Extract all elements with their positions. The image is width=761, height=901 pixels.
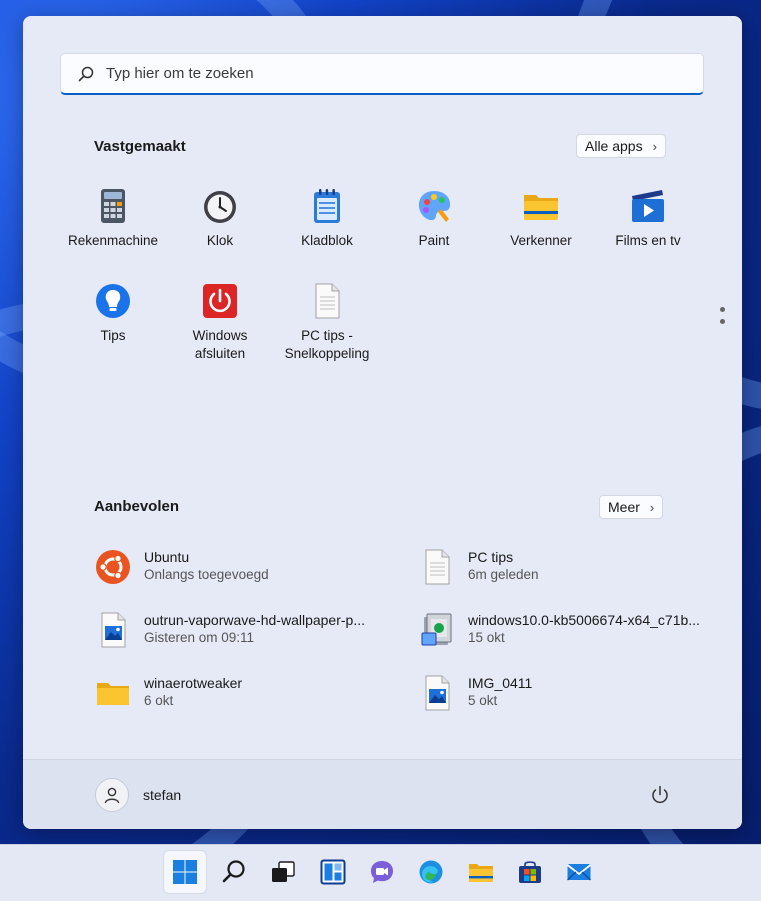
search-icon bbox=[78, 66, 94, 81]
recommended-item-subtitle: 5 okt bbox=[468, 693, 498, 708]
pinned-app-label: Rekenmachine bbox=[67, 233, 159, 248]
recommended-item-title: PC tips bbox=[468, 549, 514, 565]
widgets-icon bbox=[320, 859, 346, 885]
file-explorer-icon bbox=[469, 864, 493, 882]
folder-icon bbox=[97, 683, 129, 705]
pinned-app-rekenmachine[interactable]: Rekenmachine bbox=[60, 184, 166, 272]
start-menu-footer: stefan bbox=[23, 759, 742, 829]
taskbar-file-explorer-button[interactable] bbox=[460, 851, 502, 893]
recommended-item-title: IMG_0411 bbox=[468, 675, 533, 691]
file-explorer-icon bbox=[524, 195, 558, 220]
clock-icon bbox=[204, 191, 236, 223]
more-button[interactable]: Meer › bbox=[599, 495, 664, 519]
search-input[interactable] bbox=[104, 64, 703, 83]
recommended-item-subtitle: 15 okt bbox=[468, 630, 505, 645]
page-dots-indicator[interactable] bbox=[720, 307, 726, 331]
recommended-item-pc-tips[interactable]: PC tips 6m geleden bbox=[418, 548, 539, 586]
store-icon bbox=[519, 861, 541, 883]
paint-icon bbox=[418, 191, 451, 222]
user-name: stefan bbox=[143, 787, 182, 803]
all-apps-button[interactable]: Alle apps › bbox=[576, 134, 666, 158]
user-account-button[interactable]: stefan bbox=[95, 778, 181, 812]
avatar bbox=[95, 778, 129, 812]
recommended-item-subtitle: 6 okt bbox=[144, 693, 174, 708]
pinned-app-films-en-tv[interactable]: Films en tv bbox=[595, 184, 701, 272]
recommended-item-outrun-wallpaper[interactable]: outrun-vaporwave-hd-wallpaper-p... Giste… bbox=[94, 611, 365, 649]
image-file-icon bbox=[101, 612, 126, 648]
pinned-app-label: Klok bbox=[206, 233, 234, 248]
recommended-item-title: outrun-vaporwave-hd-wallpaper-p... bbox=[144, 612, 365, 628]
ubuntu-icon bbox=[96, 550, 130, 584]
recommended-item-ubuntu[interactable]: Ubuntu Onlangs toegevoegd bbox=[94, 548, 269, 586]
pinned-app-paint[interactable]: Paint bbox=[381, 184, 487, 272]
pinned-app-label: Tips bbox=[100, 328, 126, 343]
taskbar-chat-button[interactable] bbox=[361, 851, 403, 893]
pinned-app-windows-afsluiten[interactable]: Windows afsluiten bbox=[167, 279, 273, 367]
recommended-item-title: winaerotweaker bbox=[144, 675, 243, 691]
pinned-app-label: Films en tv bbox=[615, 233, 681, 248]
pinned-app-label: Windows afsluiten bbox=[192, 328, 248, 361]
user-icon bbox=[104, 787, 120, 804]
recommended-item-subtitle: Onlangs toegevoegd bbox=[144, 567, 269, 582]
all-apps-label: Alle apps bbox=[585, 138, 643, 154]
mail-icon bbox=[566, 864, 592, 881]
pinned-title: Vastgemaakt bbox=[94, 138, 186, 155]
recommended-title: Aanbevolen bbox=[94, 498, 180, 515]
recommended-item-title: Ubuntu bbox=[144, 549, 190, 565]
pinned-app-label: Paint bbox=[418, 233, 450, 248]
pinned-app-kladblok[interactable]: Kladblok bbox=[274, 184, 380, 272]
recommended-item-subtitle: 6m geleden bbox=[468, 567, 539, 582]
notepad-icon bbox=[314, 189, 340, 223]
pinned-app-pc-tips-snelkoppeling[interactable]: PC tips - Snelkoppeling bbox=[274, 279, 380, 367]
films-tv-icon bbox=[632, 190, 664, 222]
pinned-app-label: PC tips - Snelkoppeling bbox=[284, 328, 370, 361]
task-view-icon bbox=[272, 861, 295, 882]
recommended-item-subtitle: Gisteren om 09:11 bbox=[144, 630, 255, 645]
start-menu: Vastgemaakt Alle apps › Rekenmachine bbox=[23, 16, 742, 829]
taskbar-widgets-button[interactable] bbox=[312, 851, 354, 893]
chat-icon bbox=[371, 861, 393, 883]
search-icon bbox=[222, 860, 245, 883]
pinned-app-klok[interactable]: Klok bbox=[167, 184, 273, 272]
taskbar bbox=[0, 844, 761, 901]
recommended-item-img-0411[interactable]: IMG_0411 5 okt bbox=[418, 674, 532, 712]
recommended-item-winaerotweaker[interactable]: winaerotweaker 6 okt bbox=[94, 674, 242, 712]
pinned-app-tips[interactable]: Tips bbox=[60, 279, 166, 367]
taskbar-search-button[interactable] bbox=[213, 851, 255, 893]
taskbar-mail-button[interactable] bbox=[558, 851, 600, 893]
power-icon[interactable] bbox=[649, 784, 671, 806]
edge-icon bbox=[419, 860, 443, 884]
recommended-item-title: windows10.0-kb5006674-x64_c71b... bbox=[468, 612, 700, 628]
pinned-app-label: Verkenner bbox=[510, 233, 572, 248]
search-box[interactable] bbox=[60, 53, 704, 95]
document-icon bbox=[425, 549, 450, 585]
image-file-icon bbox=[425, 675, 450, 711]
installer-icon bbox=[421, 613, 452, 646]
recommended-item-windows-update-package[interactable]: windows10.0-kb5006674-x64_c71b... 15 okt bbox=[418, 611, 700, 649]
taskbar-task-view-button[interactable] bbox=[262, 851, 304, 893]
tips-icon bbox=[96, 284, 130, 318]
calculator-icon bbox=[101, 189, 125, 223]
taskbar-edge-button[interactable] bbox=[410, 851, 452, 893]
pinned-app-verkenner[interactable]: Verkenner bbox=[488, 184, 594, 272]
pinned-app-label: Kladblok bbox=[301, 233, 353, 248]
taskbar-start-button[interactable] bbox=[164, 851, 206, 893]
taskbar-store-button[interactable] bbox=[509, 851, 551, 893]
chevron-right-icon: › bbox=[652, 138, 657, 154]
chevron-right-icon: › bbox=[649, 499, 655, 515]
start-icon bbox=[173, 860, 197, 884]
more-label: Meer bbox=[608, 499, 640, 515]
document-icon bbox=[315, 283, 340, 319]
shutdown-icon bbox=[203, 284, 237, 318]
